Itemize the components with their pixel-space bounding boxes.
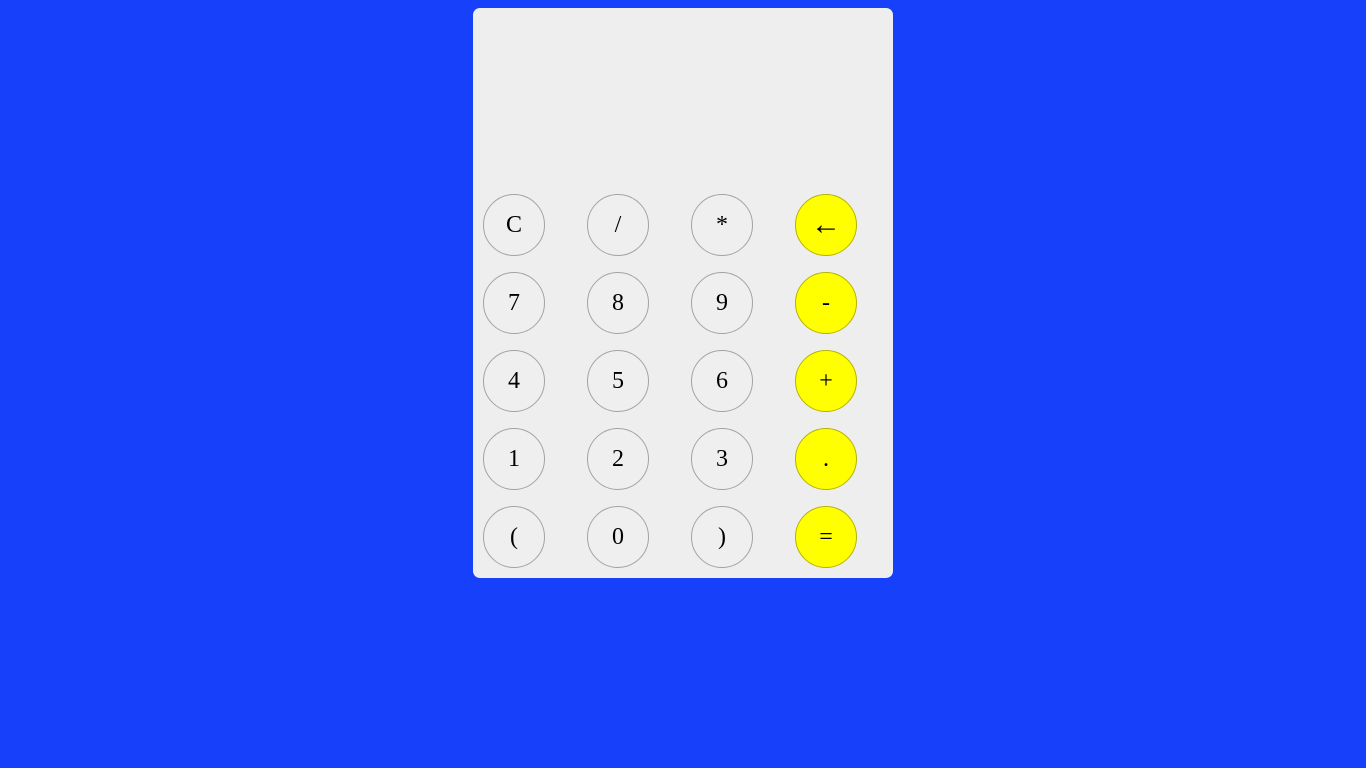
digit-9-button[interactable]: 9 bbox=[691, 272, 753, 334]
digit-0-button[interactable]: 0 bbox=[587, 506, 649, 568]
calculator-display bbox=[473, 8, 893, 186]
plus-button[interactable]: + bbox=[795, 350, 857, 412]
multiply-button[interactable]: * bbox=[691, 194, 753, 256]
equals-button[interactable]: = bbox=[795, 506, 857, 568]
digit-6-button[interactable]: 6 bbox=[691, 350, 753, 412]
minus-button[interactable]: - bbox=[795, 272, 857, 334]
digit-8-button[interactable]: 8 bbox=[587, 272, 649, 334]
digit-1-button[interactable]: 1 bbox=[483, 428, 545, 490]
backspace-button[interactable]: ← bbox=[795, 194, 857, 256]
calculator-panel: C / * ← 7 8 9 - 4 5 6 + 1 2 3 . ( 0 ) = bbox=[473, 8, 893, 578]
decimal-button[interactable]: . bbox=[795, 428, 857, 490]
divide-button[interactable]: / bbox=[587, 194, 649, 256]
digit-3-button[interactable]: 3 bbox=[691, 428, 753, 490]
open-paren-button[interactable]: ( bbox=[483, 506, 545, 568]
digit-2-button[interactable]: 2 bbox=[587, 428, 649, 490]
clear-button[interactable]: C bbox=[483, 194, 545, 256]
digit-4-button[interactable]: 4 bbox=[483, 350, 545, 412]
digit-7-button[interactable]: 7 bbox=[483, 272, 545, 334]
digit-5-button[interactable]: 5 bbox=[587, 350, 649, 412]
close-paren-button[interactable]: ) bbox=[691, 506, 753, 568]
